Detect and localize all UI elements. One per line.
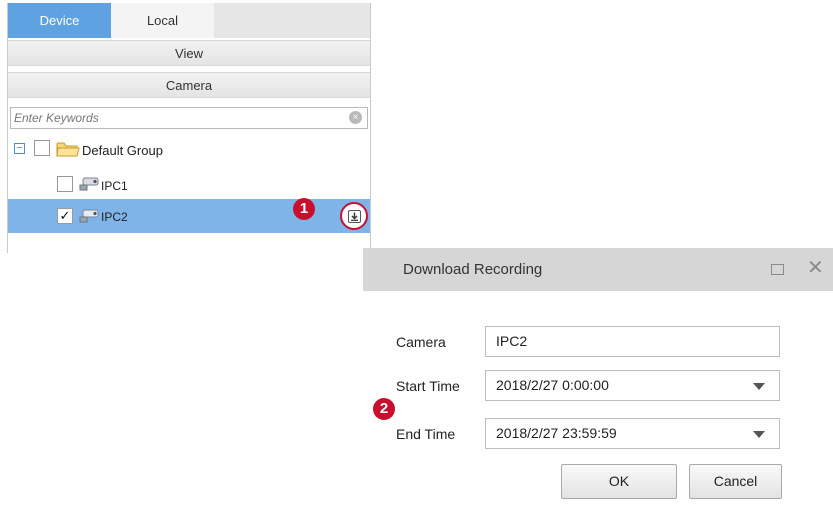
camera-icon xyxy=(78,176,100,192)
step-1-callout: 1 xyxy=(293,198,315,220)
dialog-titlebar[interactable]: Download Recording ✕ xyxy=(363,248,833,291)
download-recording-dialog: Download Recording ✕ Camera IPC2 Start T… xyxy=(363,248,833,529)
download-highlight xyxy=(340,202,368,230)
tree-group-row[interactable]: − Default Group xyxy=(8,135,370,165)
dropdown-arrow-icon[interactable] xyxy=(753,431,765,438)
camera-field[interactable]: IPC2 xyxy=(485,326,780,357)
tab-local[interactable]: Local xyxy=(111,3,214,38)
download-icon[interactable] xyxy=(348,210,361,223)
folder-icon xyxy=(56,140,80,158)
clear-search-icon[interactable]: × xyxy=(349,111,362,124)
dialog-title: Download Recording xyxy=(403,261,543,278)
device-panel: Device Local View Camera × − Default Gro… xyxy=(7,3,371,253)
maximize-icon[interactable] xyxy=(771,264,784,275)
group-checkbox[interactable] xyxy=(34,140,50,156)
camera-label: Camera xyxy=(396,334,446,350)
view-section-header[interactable]: View xyxy=(8,40,370,66)
step-2-callout: 2 xyxy=(373,398,395,420)
ipc2-label: IPC2 xyxy=(101,210,128,224)
start-time-value: 2018/2/27 0:00:00 xyxy=(496,377,609,393)
end-time-select[interactable]: 2018/2/27 23:59:59 xyxy=(485,418,780,449)
search-box: × xyxy=(10,107,368,129)
camera-section-header[interactable]: Camera xyxy=(8,72,370,98)
dropdown-arrow-icon[interactable] xyxy=(753,383,765,390)
ipc1-checkbox[interactable] xyxy=(57,176,73,192)
end-time-label: End Time xyxy=(396,426,456,442)
end-time-value: 2018/2/27 23:59:59 xyxy=(496,425,617,441)
ipc2-checkbox[interactable]: ✓ xyxy=(57,208,73,224)
search-input[interactable] xyxy=(11,108,341,128)
group-label: Default Group xyxy=(82,143,163,158)
collapse-icon[interactable]: − xyxy=(14,143,25,154)
ok-button[interactable]: OK xyxy=(561,464,677,499)
camera-icon xyxy=(78,208,100,224)
tab-device[interactable]: Device xyxy=(8,3,111,38)
tree-item-ipc1[interactable]: IPC1 xyxy=(8,169,370,199)
start-time-select[interactable]: 2018/2/27 0:00:00 xyxy=(485,370,780,401)
cancel-button[interactable]: Cancel xyxy=(689,464,782,499)
panel-tabs: Device Local xyxy=(8,3,370,38)
ipc1-label: IPC1 xyxy=(101,179,128,193)
start-time-label: Start Time xyxy=(396,378,460,394)
close-icon[interactable]: ✕ xyxy=(807,256,824,280)
tree-item-ipc2[interactable]: ✓ IPC2 xyxy=(8,199,370,233)
